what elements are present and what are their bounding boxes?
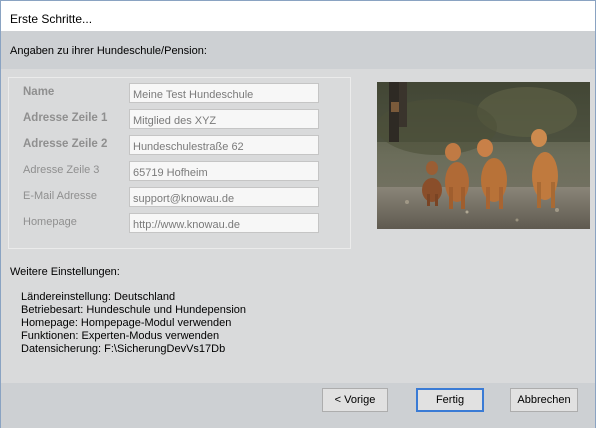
- homepage-field[interactable]: [129, 213, 319, 233]
- address-line-3-label: Adresse Zeile 3: [23, 164, 100, 176]
- setup-wizard-window: Erste Schritte... Angaben zu ihrer Hunde…: [0, 0, 596, 428]
- finish-button[interactable]: Fertig: [416, 388, 484, 412]
- email-label: E-Mail Adresse: [23, 190, 97, 202]
- name-label: Name: [23, 86, 55, 98]
- settings-item-functions: Funktionen: Experten-Modus verwenden: [21, 330, 220, 342]
- back-button[interactable]: < Vorige: [322, 388, 388, 412]
- address-line-2-field[interactable]: [129, 135, 319, 155]
- dogs-photo: [377, 82, 590, 229]
- email-field[interactable]: [129, 187, 319, 207]
- settings-item-mode: Betriebesart: Hundeschule und Hundepensi…: [21, 304, 247, 316]
- wizard-header: Angaben zu ihrer Hundeschule/Pension:: [1, 31, 595, 69]
- wizard-content: Name Adresse Zeile 1 Adresse Zeile 2 Adr…: [1, 69, 595, 383]
- homepage-label: Homepage: [23, 216, 77, 228]
- address-line-2-label: Adresse Zeile 2: [23, 138, 108, 150]
- settings-list: Ländereinstellung: Deutschland Betriebes…: [21, 291, 246, 356]
- wizard-footer: < Vorige Fertig Abbrechen: [1, 383, 595, 428]
- address-line-1-field[interactable]: [129, 109, 319, 129]
- header-text: Angaben zu ihrer Hundeschule/Pension:: [10, 45, 207, 57]
- settings-item-homepage: Homepage: Hompepage-Modul verwenden: [21, 317, 232, 329]
- name-field[interactable]: [129, 83, 319, 103]
- settings-title: Weitere Einstellungen:: [10, 266, 120, 278]
- settings-item-country: Ländereinstellung: Deutschland: [21, 291, 176, 303]
- address-line-3-field[interactable]: [129, 161, 319, 181]
- window-title: Erste Schritte...: [10, 12, 93, 26]
- settings-item-backup: Datensicherung: F:\SicherungDevVs17Db: [21, 343, 226, 355]
- school-info-panel: Name Adresse Zeile 1 Adresse Zeile 2 Adr…: [8, 77, 351, 249]
- cancel-button[interactable]: Abbrechen: [510, 388, 578, 412]
- address-line-1-label: Adresse Zeile 1: [23, 112, 108, 124]
- title-bar: Erste Schritte...: [1, 1, 595, 31]
